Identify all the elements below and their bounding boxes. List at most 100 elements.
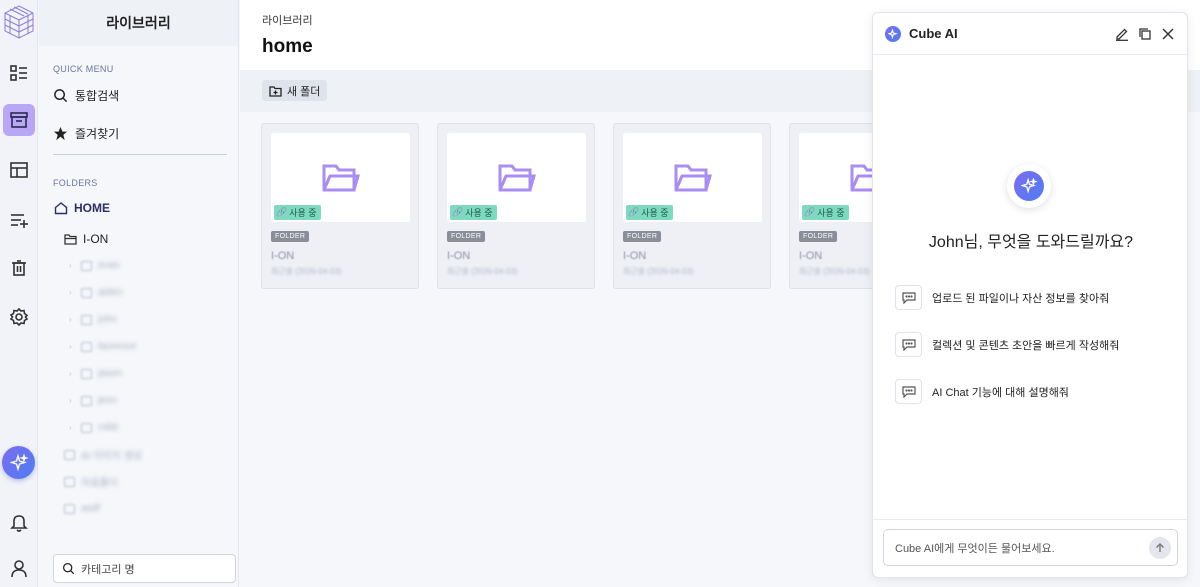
in-use-badge-label: 사용 중: [289, 208, 317, 218]
rail-trash-button[interactable]: [3, 252, 35, 284]
rail-settings-button[interactable]: [3, 301, 35, 333]
edit-icon[interactable]: [1115, 27, 1129, 41]
library-sidebar: 라이브러리 QUICK MENU 통합검색 즐겨찾기 FOLDERS HOME …: [39, 0, 239, 587]
tree-item[interactable]: › laurence: [39, 333, 238, 360]
rail-library-button[interactable]: [3, 104, 35, 136]
rail-playlist-add-button[interactable]: [3, 204, 35, 236]
in-use-badge: 🔗 사용 중: [450, 205, 497, 220]
arrow-up-icon: [1156, 542, 1164, 552]
type-badge: FOLDER: [271, 231, 310, 242]
tree-item[interactable]: › evan: [39, 252, 238, 279]
category-search-input[interactable]: 카테고리 명: [53, 554, 236, 583]
search-icon: [62, 562, 75, 575]
folder-icon: [81, 368, 92, 379]
folder-card-name: I-ON: [271, 250, 295, 262]
folder-card-date: 최근용 (2026-04-03): [271, 267, 342, 276]
type-badge: FOLDER: [799, 231, 838, 242]
tree-item[interactable]: AI 이미지 생성: [39, 441, 238, 468]
rail-dashboard-button[interactable]: [3, 57, 35, 89]
category-search-placeholder: 카테고리 명: [81, 563, 135, 576]
ai-chat-input[interactable]: Cube AI에게 무엇이든 물어보세요.: [883, 529, 1178, 566]
tree-item[interactable]: › jason: [39, 360, 238, 387]
sparkle-icon: [1021, 178, 1037, 194]
quick-menu-search[interactable]: 통합검색: [39, 82, 238, 108]
sparkle-icon: [888, 28, 898, 39]
folder-tree-home-label: HOME: [74, 201, 110, 215]
user-icon: [11, 560, 27, 578]
folder-card[interactable]: 🔗 사용 중 FOLDER I-ON 최근용 (2026-04-03): [613, 123, 771, 289]
copy-icon[interactable]: [1138, 27, 1152, 41]
ai-suggestion[interactable]: AI Chat 기능에 대해 설명해줘: [895, 379, 1069, 404]
tree-item-label: john: [98, 314, 117, 325]
folder-card-date: 최근용 (2026-04-03): [447, 267, 518, 276]
tree-item-label: asdf: [81, 503, 100, 514]
tree-item[interactable]: › robb: [39, 414, 238, 441]
tree-item-label: evan: [98, 260, 120, 271]
ai-logo-icon: [885, 25, 901, 42]
new-folder-button[interactable]: 새 폴더: [262, 80, 328, 101]
tree-item-label: aiden: [98, 287, 123, 298]
ai-suggestion[interactable]: 컬렉션 및 콘텐츠 초안을 빠르게 작성해줘: [895, 332, 1119, 357]
folder-icon: [81, 260, 92, 271]
folder-plus-icon: [269, 85, 282, 97]
folder-icon: [674, 164, 712, 191]
folder-card-name: I-ON: [447, 250, 471, 262]
tree-item-label: jason: [98, 368, 122, 379]
folder-card-name: I-ON: [623, 250, 647, 262]
ai-assistant-button[interactable]: [2, 446, 35, 479]
tree-item[interactable]: asdf: [39, 495, 238, 522]
folder-thumbnail: 🔗 사용 중: [623, 133, 762, 222]
quick-menu-favorites-label: 즐겨찾기: [75, 126, 120, 141]
in-use-badge: 🔗 사용 중: [274, 205, 321, 220]
ai-panel-actions: [1115, 27, 1175, 41]
folder-icon: [64, 234, 77, 245]
bell-icon: [10, 515, 28, 532]
sparkle-icon: [9, 453, 28, 471]
icon-rail: [0, 0, 38, 587]
quick-menu-search-label: 통합검색: [75, 88, 120, 103]
tree-item[interactable]: › john: [39, 306, 238, 333]
tree-bullet: ›: [69, 342, 72, 351]
tree-bullet: ›: [69, 423, 72, 432]
ai-greeting: John님, 무엇을 도와드릴까요?: [928, 234, 1134, 251]
sidebar-divider: [53, 154, 227, 155]
tree-item-label: AI 이미지 생성: [81, 451, 143, 462]
folder-card[interactable]: 🔗 사용 중 FOLDER I-ON 최근용 (2026-04-03): [437, 123, 595, 289]
folder-tree-home[interactable]: HOME: [39, 197, 238, 219]
rail-notifications-button[interactable]: [3, 506, 35, 538]
folder-card-name: I-ON: [799, 250, 823, 262]
star-icon: [53, 126, 68, 140]
folder-icon: [498, 164, 536, 191]
cube-logo-icon[interactable]: [2, 4, 36, 40]
folder-icon: [81, 395, 92, 406]
folder-icon: [64, 449, 75, 460]
gear-icon: [9, 307, 29, 327]
quick-menu-label: QUICK MENU: [53, 64, 114, 74]
tree-item[interactable]: › aiden: [39, 279, 238, 306]
tree-bullet: ›: [69, 288, 72, 297]
ai-suggestion[interactable]: 업로드 된 파일이나 자산 정보를 찾아줘: [895, 285, 1109, 310]
archive-icon: [10, 112, 28, 128]
ai-chat-placeholder: Cube AI에게 무엇이든 물어보세요.: [895, 542, 1055, 555]
tree-item[interactable]: › jeon: [39, 387, 238, 414]
tree-item[interactable]: 자료폴더: [39, 468, 238, 495]
folder-tree-ion[interactable]: I-ON: [39, 228, 238, 250]
quick-menu-favorites[interactable]: 즐겨찾기: [39, 120, 238, 146]
ai-center-logo-inner: [1014, 171, 1044, 201]
table-icon: [10, 162, 28, 178]
rail-profile-button[interactable]: [3, 552, 35, 584]
tree-bullet: ›: [69, 369, 72, 378]
close-icon[interactable]: [1161, 27, 1175, 41]
send-button[interactable]: [1149, 536, 1171, 559]
list-grid-icon: [10, 65, 27, 81]
tree-item-label: 자료폴더: [81, 478, 118, 489]
ai-suggestion-text: 컬렉션 및 콘텐츠 초안을 빠르게 작성해줘: [932, 339, 1120, 352]
folder-icon: [64, 503, 75, 514]
folder-card[interactable]: 🔗 사용 중 FOLDER I-ON 최근용 (2026-04-03): [261, 123, 419, 289]
folder-thumbnail: 🔗 사용 중: [271, 133, 410, 222]
rail-table-button[interactable]: [3, 154, 35, 186]
chat-bubble-icon: [895, 332, 922, 357]
type-badge: FOLDER: [447, 231, 486, 242]
tree-item-label: laurence: [98, 341, 137, 352]
folder-card-date: 최근용 (2026-04-03): [799, 267, 870, 276]
